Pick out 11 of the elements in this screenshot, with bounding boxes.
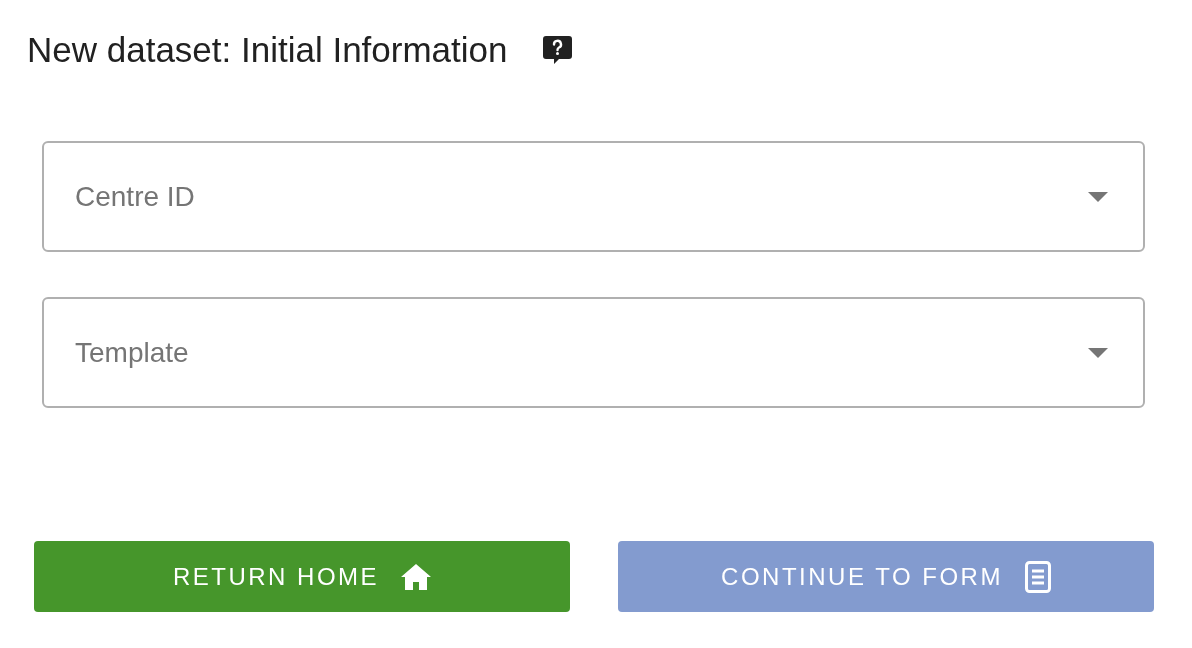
return-home-button[interactable]: RETURN HOME xyxy=(34,541,570,612)
dropdown-caret-icon xyxy=(1088,347,1108,358)
select-field[interactable]: Centre ID xyxy=(42,141,1145,252)
document-icon xyxy=(1024,560,1051,593)
dropdown-caret-icon xyxy=(1088,191,1108,202)
placeholder-text: Centre ID xyxy=(75,179,195,214)
page-title: New dataset: Initial Information xyxy=(27,29,508,71)
select-field[interactable]: Template xyxy=(42,297,1145,408)
home-icon xyxy=(401,563,432,590)
placeholder-text: Template xyxy=(75,335,189,370)
help-icon[interactable] xyxy=(541,35,573,65)
